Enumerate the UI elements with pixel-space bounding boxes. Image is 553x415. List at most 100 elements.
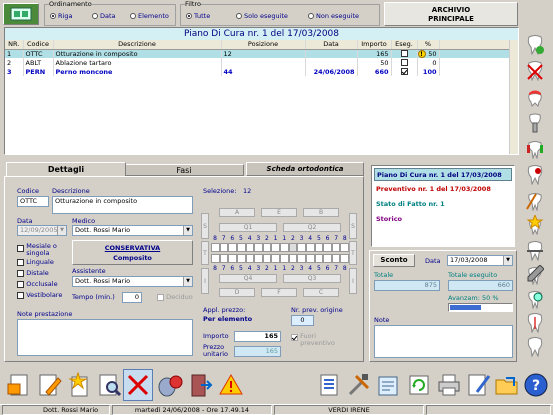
tooth-cell[interactable] <box>211 243 220 252</box>
tooth-cell[interactable] <box>314 243 324 252</box>
delete-icon[interactable] <box>123 369 153 401</box>
alert-icon[interactable] <box>216 369 246 401</box>
tooth-cell[interactable] <box>340 254 349 263</box>
checkbox[interactable] <box>17 244 24 252</box>
tooth-cell[interactable] <box>323 254 332 263</box>
print-icon[interactable] <box>434 369 464 401</box>
ordinamento-data[interactable]: Data <box>92 12 116 20</box>
tooth-crown-icon[interactable] <box>523 85 547 109</box>
radio-button[interactable] <box>50 13 56 19</box>
tooth-cell[interactable] <box>331 243 341 252</box>
check-occlusale[interactable]: Occlusale <box>17 279 64 290</box>
tooth-implant-icon[interactable] <box>523 111 547 135</box>
help-icon[interactable]: ? <box>521 369 551 401</box>
tooth-cell[interactable] <box>245 254 255 263</box>
checkbox[interactable] <box>17 280 24 288</box>
tooth-cell[interactable] <box>271 254 280 263</box>
doc-item-storico[interactable]: Storico <box>374 213 512 226</box>
prezzo-unitario-field[interactable]: 165 <box>234 346 281 357</box>
tooth-add-icon[interactable] <box>523 33 547 57</box>
doc-item-stato-fatto[interactable]: Stato di Fatto nr. 1 <box>374 198 512 211</box>
odontogram-button-f[interactable]: F <box>261 288 297 297</box>
tooth-cell[interactable] <box>297 254 306 263</box>
tooth-cell[interactable] <box>305 243 315 252</box>
tooth-cell[interactable] <box>262 243 272 252</box>
chevron-down-icon[interactable]: ▼ <box>503 256 512 265</box>
side-right-s-button[interactable]: S <box>349 213 357 239</box>
radio-button[interactable] <box>308 13 314 19</box>
ordinamento-elemento[interactable]: Elemento <box>130 12 169 20</box>
checkbox[interactable] <box>291 333 298 341</box>
tooth-cell[interactable] <box>211 254 220 263</box>
tooth-cell[interactable] <box>280 243 289 252</box>
new-star-icon[interactable] <box>64 369 94 401</box>
tooth-deciduous-icon[interactable] <box>523 335 547 359</box>
tooth-cell[interactable] <box>340 243 349 252</box>
filtro-solo-eseguite[interactable]: Solo eseguite <box>236 12 288 20</box>
chevron-down-icon[interactable]: ▼ <box>183 226 192 235</box>
deciduo-check[interactable]: Deciduo <box>157 293 193 301</box>
col-codice[interactable]: Codice <box>23 40 54 50</box>
tooth-cell[interactable] <box>262 254 272 263</box>
tooth-cell[interactable] <box>314 254 324 263</box>
archivio-principale-button[interactable]: ARCHIVIO PRINCIPALE <box>384 2 518 26</box>
totale-field[interactable]: 875 <box>374 280 440 291</box>
quadrant-q1-button[interactable]: Q1 <box>219 223 277 232</box>
tooth-cell[interactable] <box>228 254 237 263</box>
totale-eseguito-field[interactable]: 660 <box>448 280 513 291</box>
check-vestibolare[interactable]: Vestibolare <box>17 290 64 301</box>
tooth-cell[interactable] <box>288 243 298 252</box>
refresh-icon[interactable] <box>404 369 434 401</box>
app-menu-button[interactable] <box>3 3 39 25</box>
list-document-icon[interactable] <box>314 369 344 401</box>
tooth-cell[interactable] <box>305 254 315 263</box>
checkbox[interactable] <box>17 291 24 299</box>
doc-item-preventivo[interactable]: Preventivo nr. 1 del 17/03/2008 <box>374 183 512 196</box>
write-document-icon[interactable] <box>463 369 493 401</box>
tab-fasi[interactable]: Fasi <box>124 164 244 176</box>
tooth-cell[interactable] <box>297 243 306 252</box>
radio-button[interactable] <box>236 13 242 19</box>
odontogram-button-b[interactable]: B <box>303 208 339 217</box>
note-field[interactable] <box>374 325 513 358</box>
summary-data-select[interactable]: 17/03/2008 ▼ <box>447 255 513 266</box>
tooth-cell[interactable] <box>254 243 263 252</box>
tooth-cell[interactable] <box>219 243 229 252</box>
side-left-t-button[interactable]: T <box>201 241 209 265</box>
tooth-cell[interactable] <box>280 254 289 263</box>
importo-field[interactable]: 165 <box>234 331 281 342</box>
side-left-s-button[interactable]: S <box>201 213 209 239</box>
table-row[interactable]: 1 OTTC Otturazione in composito 12 165 !… <box>5 49 518 58</box>
odontogram-button-d[interactable]: D <box>219 288 255 297</box>
tooth-search-icon[interactable] <box>523 287 547 311</box>
search-document-icon[interactable] <box>94 369 124 401</box>
col-perc[interactable]: % <box>417 40 440 50</box>
tooth-cell[interactable] <box>236 243 246 252</box>
eseguita-checkbox[interactable] <box>400 68 408 75</box>
tooth-root-icon[interactable] <box>523 311 547 335</box>
tooth-cell[interactable] <box>254 254 263 263</box>
document-list-icon[interactable] <box>374 369 404 401</box>
col-eseg[interactable]: Eseg. <box>391 40 418 50</box>
tooth-remove-icon[interactable] <box>523 59 547 83</box>
checkbox[interactable] <box>17 269 24 277</box>
vertical-scrollbar[interactable] <box>509 40 518 154</box>
fuori-preventivo-check[interactable]: Fuori preventivo <box>291 333 335 347</box>
assistente-select[interactable]: Dott. Rossi Mario ▼ <box>72 276 193 287</box>
tooth-bridge-icon[interactable] <box>523 137 547 161</box>
tooth-cell[interactable] <box>236 254 246 263</box>
sconto-button[interactable]: Sconto <box>373 254 415 267</box>
tooth-cell[interactable] <box>219 254 229 263</box>
tooth-filling-icon[interactable] <box>523 163 547 187</box>
codice-field[interactable]: OTTC <box>17 196 49 207</box>
odontogram-button-c[interactable]: C <box>303 288 339 297</box>
open-folder-icon[interactable] <box>492 369 522 401</box>
filtro-non-eseguite[interactable]: Non eseguite <box>308 12 359 20</box>
odontogram-button-e[interactable]: E <box>261 208 297 217</box>
checkbox[interactable] <box>157 293 164 301</box>
tooth-cell[interactable] <box>271 243 280 252</box>
eseguita-checkbox[interactable] <box>400 50 408 58</box>
tooth-scaling-icon[interactable] <box>523 263 547 287</box>
tooth-extraction-icon[interactable] <box>523 239 547 263</box>
radio-button[interactable] <box>186 13 192 19</box>
